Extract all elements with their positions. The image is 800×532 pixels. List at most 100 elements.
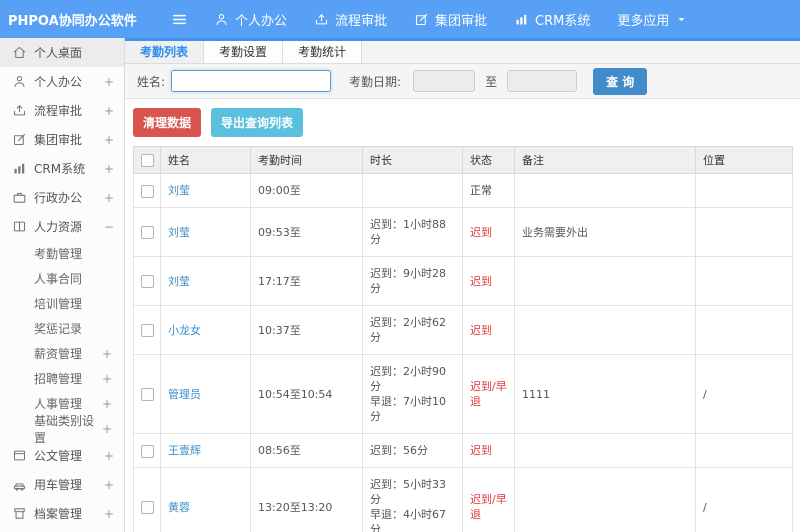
tab-attendance-stats[interactable]: 考勤统计 [283, 41, 363, 63]
location-cell [695, 256, 793, 306]
location-cell [695, 207, 793, 257]
sidebar-subitem-training-management[interactable]: 培训管理 [0, 291, 124, 316]
nav-item-group-approval[interactable]: 集团审批 [414, 10, 487, 29]
employee-name-link[interactable]: 黄蓉 [168, 501, 190, 514]
status-cell: 迟到 [462, 207, 515, 257]
topbar: PHPOA协同办公软件 个人办公 流程审批 集团审批 CRM系统 更多应用 [0, 0, 800, 38]
column-header: 考勤时间 [250, 146, 363, 174]
export-list-button[interactable]: 导出查询列表 [211, 108, 304, 137]
remark-cell: 1111 [514, 354, 696, 434]
sidebar-item-project-management[interactable]: 项目管理+ [0, 528, 124, 532]
remark-cell [514, 305, 696, 355]
location-cell [695, 173, 793, 208]
tab-attendance-list[interactable]: 考勤列表 [125, 41, 205, 63]
sidebar-item-label: 用车管理 [34, 478, 83, 492]
attendance-table: 姓名 考勤时间 时长 状态 备注 位置 刘莹 09:00至 正常 刘莹 09:53至 迟到：1小时8… [133, 146, 793, 532]
sidebar-item-workflow-approval[interactable]: 流程审批 + [0, 96, 124, 125]
employee-name-link[interactable]: 刘莹 [168, 275, 190, 288]
filter-bar: 姓名: 考勤日期: 至 查 询 [125, 64, 800, 99]
remark-cell [514, 256, 696, 306]
sidebar-subitem-label: 人事合同 [34, 272, 83, 286]
nav-item-crm-system[interactable]: CRM系统 [514, 10, 590, 29]
sidebar-subitem-personnel-contract[interactable]: 人事合同 [0, 266, 124, 291]
table-row: 小龙女 10:37至 迟到：2小时62分 迟到 [133, 305, 793, 355]
home-icon [12, 45, 27, 60]
table-row: 管理员 10:54至10:54 迟到：2小时90分 早退：7小时10分 迟到/早退 111… [133, 354, 793, 434]
sidebar-item-label: 人力资源 [34, 220, 83, 234]
expand-toggle: + [103, 132, 114, 147]
sidebar-item-personal-desktop[interactable]: 个人桌面 [0, 38, 124, 67]
sidebar-subitem-basic-category-settings[interactable]: 基础类别设置 + [0, 414, 124, 445]
sidebar-subitem-recruitment-management[interactable]: 招聘管理 + [0, 366, 124, 391]
employee-name-link[interactable]: 刘莹 [168, 226, 190, 239]
sidebar-subitem-label: 考勤管理 [34, 247, 83, 261]
table-row: 黄蓉 13:20至13:20 迟到：5小时33分 早退：4小时67分 迟到/早退 / [133, 467, 793, 532]
sidebar-item-archive-management[interactable]: 档案管理 + [0, 499, 124, 528]
row-checkbox[interactable] [140, 388, 154, 401]
car-icon [12, 477, 27, 492]
sidebar-item-human-resources[interactable]: 人力资源 − [0, 212, 124, 241]
sidebar-item-vehicle-management[interactable]: 用车管理 + [0, 470, 124, 499]
row-checkbox[interactable] [140, 501, 154, 514]
row-checkbox[interactable] [140, 275, 154, 288]
expand-toggle: + [103, 477, 114, 492]
user-icon [214, 12, 229, 27]
body-row: 个人桌面 个人办公 + 流程审批 + 集团审批 + CRM系统 + 行政办公 + 人力资源 − 考勤管理人… [0, 38, 800, 532]
sidebar-item-admin-office[interactable]: 行政办公 + [0, 183, 124, 212]
nav-item-more-apps[interactable]: 更多应用 [617, 10, 688, 29]
sidebar-subitem-reward-punishment-records[interactable]: 奖惩记录 [0, 316, 124, 341]
bar-chart-icon [514, 12, 529, 27]
attendance-time-cell: 09:00至 [250, 173, 363, 208]
expand-toggle: + [103, 506, 114, 521]
status-cell: 迟到/早退 [462, 354, 515, 434]
row-checkbox[interactable] [140, 444, 154, 458]
table-row: 刘莹 09:00至 正常 [133, 173, 793, 208]
tab-attendance-settings[interactable]: 考勤设置 [204, 41, 284, 63]
name-label: 姓名: [137, 74, 166, 89]
upload-icon [12, 103, 27, 118]
sidebar-item-label: 个人桌面 [34, 46, 83, 60]
book-icon [12, 219, 27, 234]
sidebar-subitem-label: 薪资管理 [34, 347, 83, 361]
employee-name-link[interactable]: 小龙女 [168, 324, 201, 337]
sidebar-subitem-salary-management[interactable]: 薪资管理 + [0, 341, 124, 366]
expand-toggle: + [101, 396, 112, 411]
employee-name-link[interactable]: 管理员 [168, 388, 201, 401]
duration-cell: 迟到：2小时62分 [362, 305, 463, 355]
name-input[interactable] [171, 70, 332, 92]
user-icon [12, 74, 27, 89]
select-all-checkbox[interactable] [140, 153, 154, 167]
clean-data-button[interactable]: 清理数据 [133, 108, 202, 137]
menu-icon[interactable] [171, 11, 188, 28]
sidebar-subitem-label: 招聘管理 [34, 372, 83, 386]
status-cell: 正常 [462, 173, 515, 208]
employee-name-link[interactable]: 刘莹 [168, 184, 190, 197]
sidebar-item-personal-office[interactable]: 个人办公 + [0, 67, 124, 96]
sidebar-subitem-label: 基础类别设置 [34, 413, 95, 445]
row-checkbox[interactable] [140, 226, 154, 239]
date-from-input[interactable] [413, 70, 476, 92]
row-checkbox[interactable] [140, 324, 154, 337]
sidebar-item-label: 集团审批 [34, 133, 83, 147]
expand-toggle: + [103, 190, 114, 205]
remark-cell: 业务需要外出 [514, 207, 696, 257]
remark-cell [514, 433, 696, 468]
nav-item-workflow-approval[interactable]: 流程审批 [314, 10, 387, 29]
sidebar-item-crm-system[interactable]: CRM系统 + [0, 154, 124, 183]
table-row: 刘莹 17:17至 迟到：9小时28分 迟到 [133, 256, 793, 306]
column-header: 姓名 [160, 146, 251, 174]
status-cell: 迟到 [462, 433, 515, 468]
search-button[interactable]: 查 询 [593, 67, 648, 95]
status-cell: 迟到/早退 [462, 467, 515, 532]
caret-down-icon [675, 13, 688, 26]
attendance-time-cell: 08:56至 [250, 433, 363, 468]
employee-name-link[interactable]: 王壹辉 [168, 444, 201, 457]
nav-item-personal-office[interactable]: 个人办公 [214, 10, 287, 29]
sidebar-item-group-approval[interactable]: 集团审批 + [0, 125, 124, 154]
sidebar-subitem-attendance-management[interactable]: 考勤管理 [0, 241, 124, 266]
expand-toggle: + [103, 74, 114, 89]
status-cell: 迟到 [462, 256, 515, 306]
date-to-input[interactable] [507, 70, 578, 92]
row-checkbox[interactable] [140, 184, 154, 198]
table-row: 刘莹 09:53至 迟到：1小时88分 迟到 业务需要外出 [133, 207, 793, 257]
